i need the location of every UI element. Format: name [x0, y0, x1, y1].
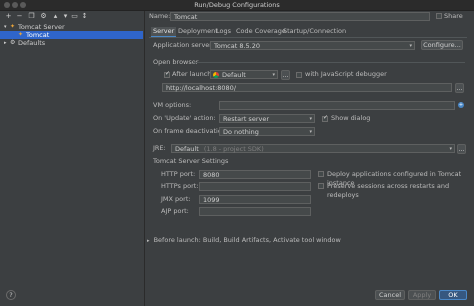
on-frame-value: Do nothing: [223, 128, 259, 136]
preserve-sessions-checkbox[interactable]: [318, 183, 324, 189]
tree-item-tomcat-server[interactable]: ▾ ✦ Tomcat Server: [0, 23, 143, 31]
chevron-right-icon: ▸: [147, 238, 150, 244]
ajp-port-label: AJP port:: [161, 207, 189, 215]
http-port-field[interactable]: 8080: [199, 170, 311, 179]
http-port-label: HTTP port:: [161, 170, 196, 178]
vm-options-label: VM options:: [153, 101, 192, 109]
jre-select[interactable]: Default (1.8 - project SDK) ▾: [171, 144, 455, 153]
tree-item-label: Tomcat Server: [18, 23, 65, 31]
show-dialog-checkbox[interactable]: [322, 114, 328, 122]
jmx-port-field[interactable]: 1099: [199, 195, 311, 204]
configure-button[interactable]: Configure...: [421, 40, 463, 50]
browser-value: Default: [222, 71, 246, 79]
tree-item-tomcat[interactable]: ✦ Tomcat: [0, 31, 143, 39]
https-port-label: HTTPs port:: [161, 182, 199, 190]
ajp-port-field[interactable]: [199, 207, 311, 216]
url-field[interactable]: http://localhost:8080/: [162, 83, 452, 92]
chevron-right-icon: ▸: [4, 40, 7, 46]
chevron-down-icon: ▾: [309, 129, 312, 135]
chevron-down-icon: ▾: [409, 43, 412, 49]
apply-button[interactable]: Apply: [408, 290, 436, 300]
ok-button[interactable]: OK: [439, 290, 467, 300]
js-debugger-label: with JavaScript debugger: [305, 70, 387, 78]
js-debugger-checkbox[interactable]: [296, 72, 302, 78]
on-update-label: On 'Update' action:: [153, 114, 216, 122]
deploy-tomcat-checkbox[interactable]: [318, 171, 324, 177]
arrow-up-icon[interactable]: ▴: [51, 12, 60, 21]
tab-startup-connection[interactable]: Startup/Connection: [281, 27, 348, 36]
open-browser-divider: [193, 62, 465, 63]
tree-item-label: Tomcat: [26, 31, 50, 39]
on-update-value: Restart server: [223, 115, 270, 123]
on-frame-select[interactable]: Do nothing ▾: [219, 127, 315, 136]
tomcat-icon: ✦: [10, 23, 16, 30]
chevron-down-icon: ▾: [272, 72, 275, 78]
folder-icon[interactable]: ▭: [70, 12, 79, 21]
copy-icon[interactable]: ❐: [27, 12, 36, 21]
chevron-down-icon: ▾: [449, 146, 452, 152]
tomcat-settings-label: Tomcat Server Settings: [153, 157, 229, 165]
after-launch-checkbox[interactable]: [164, 70, 170, 78]
tomcat-icon: ✦: [18, 31, 24, 38]
tab-server[interactable]: Server: [151, 27, 177, 37]
browser-select[interactable]: Default ▾: [210, 70, 278, 79]
chevron-down-icon: ▾: [4, 24, 7, 30]
plus-icon[interactable]: +: [4, 12, 13, 21]
tree-item-defaults[interactable]: ▸ ⚙ Defaults: [0, 39, 143, 47]
name-label: Name:: [149, 12, 171, 20]
app-server-select[interactable]: Tomcat 8.5.20 ▾: [210, 41, 415, 50]
share-checkbox[interactable]: [436, 13, 442, 19]
chevron-down-icon: ▾: [309, 116, 312, 122]
share-label: Share: [444, 12, 463, 20]
jmx-port-label: JMX port:: [161, 195, 191, 203]
app-server-label: Application server:: [153, 41, 215, 49]
minus-icon[interactable]: −: [15, 12, 24, 21]
on-update-select[interactable]: Restart server ▾: [219, 114, 315, 123]
jre-more-button[interactable]: ...: [457, 144, 466, 154]
arrow-down-icon[interactable]: ▾: [61, 12, 70, 21]
name-field[interactable]: Tomcat: [170, 12, 430, 21]
open-browser-label: Open browser: [153, 58, 199, 66]
before-launch-section[interactable]: ▸ Before launch: Build, Build Artifacts,…: [147, 236, 341, 246]
url-more-button[interactable]: ...: [455, 83, 464, 93]
show-dialog-label: Show dialog: [331, 114, 371, 122]
tab-logs[interactable]: Logs: [214, 27, 233, 36]
expand-icon[interactable]: +: [458, 102, 464, 108]
browser-more-button[interactable]: ...: [281, 70, 290, 80]
chrome-icon: [213, 72, 219, 78]
window-titlebar: Run/Debug Configurations: [0, 0, 474, 11]
tree-item-label: Defaults: [18, 39, 46, 47]
cancel-button[interactable]: Cancel: [375, 290, 405, 300]
jre-value: Default: [175, 145, 199, 153]
sort-icon[interactable]: ↕: [80, 12, 89, 21]
left-panel: [0, 11, 145, 306]
tab-code-coverage[interactable]: Code Coverage: [234, 27, 288, 36]
wrench-icon: ⚙: [10, 39, 16, 46]
before-launch-label: Before launch: Build, Build Artifacts, A…: [153, 236, 341, 244]
wrench-icon[interactable]: ⚙: [39, 12, 48, 21]
help-button[interactable]: ?: [6, 290, 16, 300]
jre-hint: (1.8 - project SDK): [203, 145, 264, 153]
app-server-value: Tomcat 8.5.20: [214, 42, 261, 50]
window-title: Run/Debug Configurations: [194, 1, 280, 9]
after-launch-label: After launch: [172, 70, 212, 78]
https-port-field[interactable]: [199, 182, 311, 191]
vm-options-field[interactable]: [219, 101, 455, 110]
preserve-sessions-label: Preserve sessions across restarts and re…: [327, 182, 450, 199]
on-frame-label: On frame deactivation:: [153, 127, 229, 135]
jre-label: JRE:: [153, 144, 166, 152]
tabs-divider: [149, 37, 467, 38]
